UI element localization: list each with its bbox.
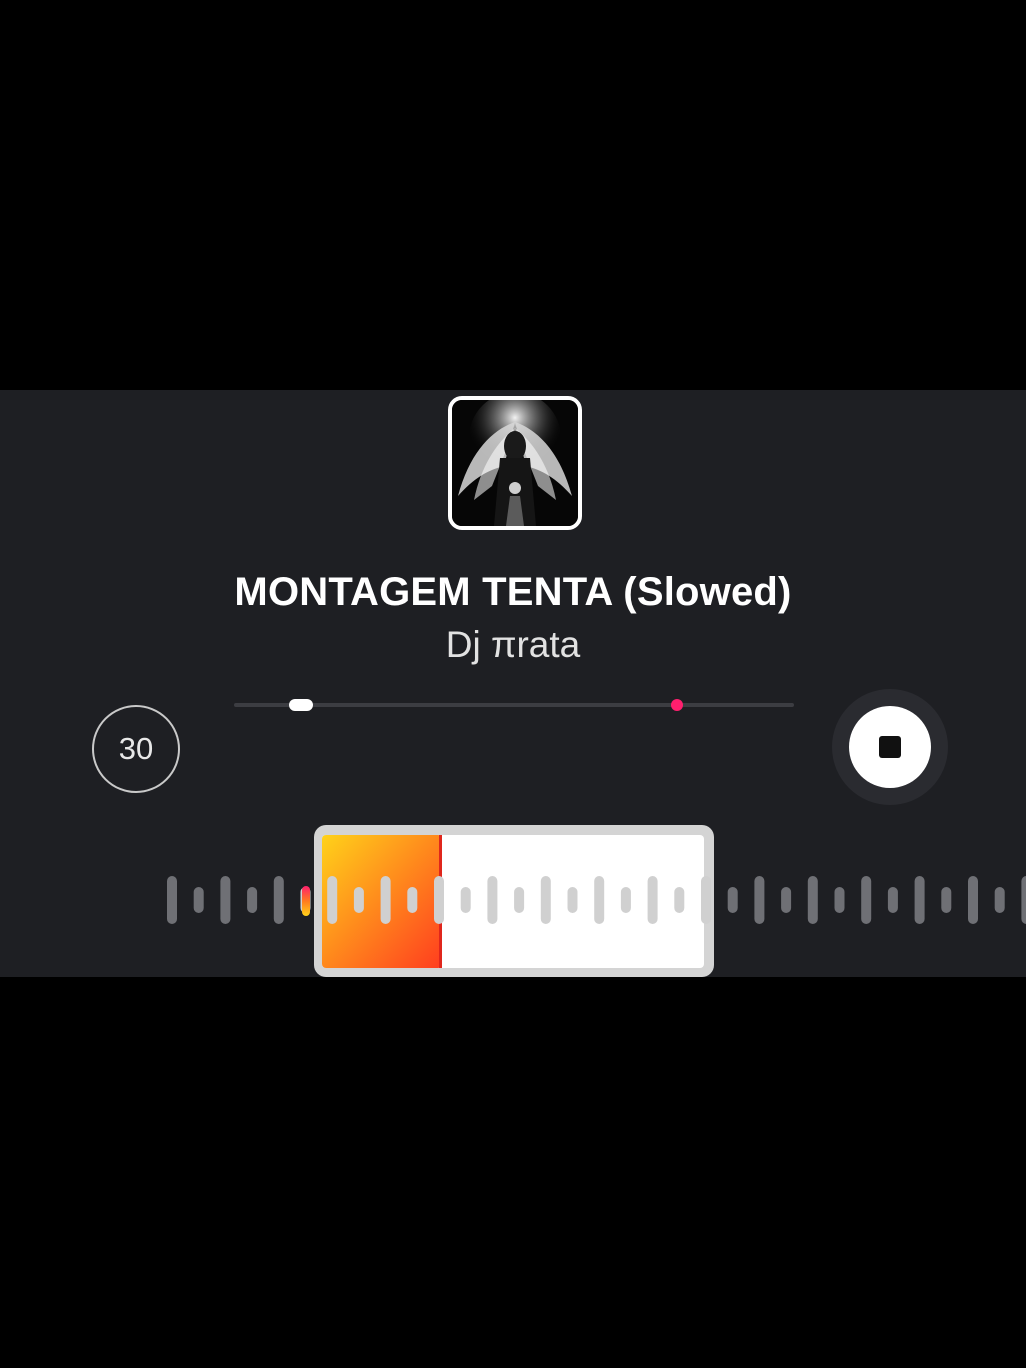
waveform-playhead-indicator — [302, 886, 310, 916]
waveform-bar — [887, 887, 898, 913]
waveform-bar — [914, 876, 925, 924]
waveform-bar — [1021, 876, 1026, 924]
clip-selection-window[interactable] — [300, 825, 715, 977]
waveform-bar — [567, 887, 578, 913]
waveform-bar — [594, 876, 605, 924]
song-title: MONTAGEM TENTA (Slowed) — [234, 570, 792, 614]
waveform-bar — [781, 887, 792, 913]
artist-name: Dj πrata — [445, 624, 581, 665]
waveform-bar — [407, 887, 418, 913]
waveform-bar — [247, 887, 258, 913]
progress-marker — [671, 699, 683, 711]
waveform-bar — [193, 887, 204, 913]
clip-duration-label: 30 — [118, 731, 154, 766]
angel-wings-cover-art-icon — [452, 400, 578, 526]
waveform-bar — [540, 876, 551, 924]
stop-icon — [879, 736, 901, 758]
waveform-bar — [647, 876, 658, 924]
waveform-bar — [273, 876, 284, 924]
waveform-bar — [834, 887, 845, 913]
waveform-bar — [514, 887, 525, 913]
progress-thumb[interactable] — [289, 699, 313, 711]
waveform-bar — [327, 876, 338, 924]
waveform-bar — [861, 876, 872, 924]
waveform-bar — [674, 887, 685, 913]
screen: MONTAGEM TENTA (Slowed) Dj πrata 30 — [0, 0, 1026, 1368]
waveform-bar — [620, 887, 631, 913]
waveform-bar — [994, 887, 1005, 913]
waveform-bar — [941, 887, 952, 913]
waveform-bar — [968, 876, 978, 924]
clip-duration-button[interactable]: 30 — [92, 705, 180, 793]
waveform-svg — [167, 825, 1026, 977]
waveform-bar — [807, 876, 818, 924]
waveform-bar — [434, 876, 444, 924]
waveform-bar — [754, 876, 765, 924]
waveform-bar — [380, 876, 391, 924]
stop-button[interactable] — [849, 706, 931, 788]
waveform-bar — [727, 887, 738, 913]
waveform-bar — [460, 887, 471, 913]
progress-track[interactable] — [234, 703, 794, 707]
waveform-bar — [220, 876, 231, 924]
waveform-bar — [701, 876, 711, 924]
waveform-bar — [167, 876, 177, 924]
waveform-bar — [353, 887, 364, 913]
waveform-bar — [487, 876, 498, 924]
album-cover — [448, 396, 582, 530]
waveform-scrubber[interactable] — [0, 820, 1026, 980]
